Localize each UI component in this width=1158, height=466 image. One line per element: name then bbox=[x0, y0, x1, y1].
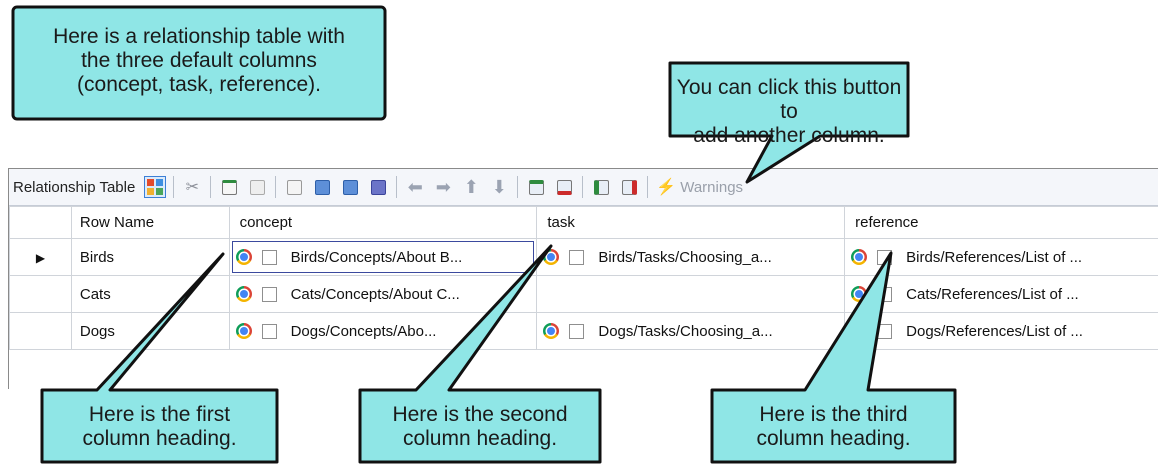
callout-line: column heading. bbox=[402, 427, 558, 450]
callout-line: Here is the first bbox=[88, 403, 231, 426]
callout-line: You can click this button to bbox=[676, 76, 902, 123]
callout-third-text: Here is the third column heading. bbox=[714, 403, 953, 451]
callout-intro-text: Here is a relationship table with the th… bbox=[15, 25, 383, 97]
callout-first-text: Here is the first column heading. bbox=[44, 403, 275, 451]
callout-line: add another column. bbox=[693, 124, 885, 147]
callout-line: the three default columns bbox=[81, 49, 317, 72]
callout-line: (concept, task, reference). bbox=[77, 73, 321, 96]
callout-line: Here is a relationship table with bbox=[53, 25, 345, 48]
callout-line: Here is the third bbox=[759, 403, 908, 426]
callout-line: column heading. bbox=[756, 427, 911, 450]
callout-line: Here is the second bbox=[392, 403, 568, 426]
callout-second-text: Here is the second column heading. bbox=[362, 403, 598, 451]
callout-line: column heading. bbox=[82, 427, 237, 450]
callout-add-column-text: You can click this button to add another… bbox=[672, 76, 906, 148]
